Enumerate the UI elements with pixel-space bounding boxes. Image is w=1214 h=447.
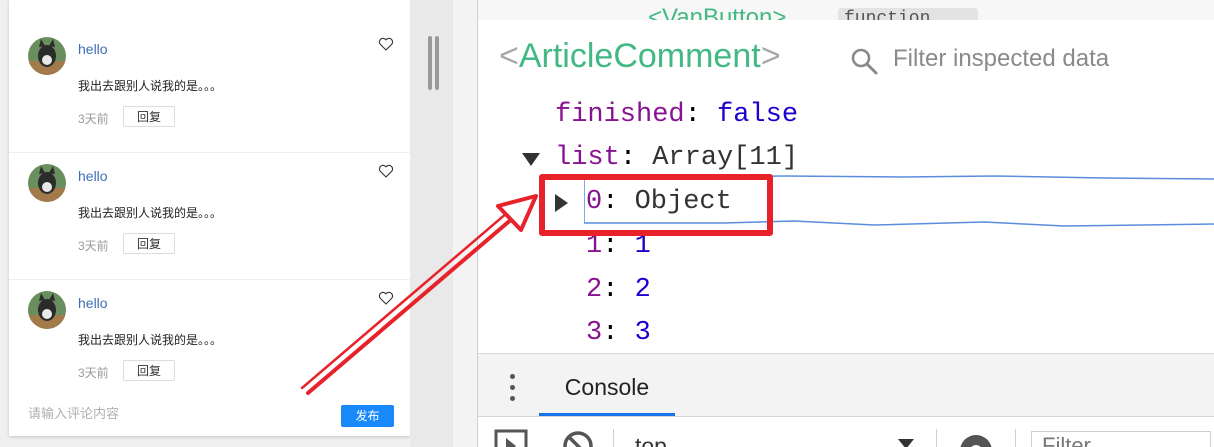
bracket-open: < (499, 37, 519, 75)
comment-time: 3天前 (78, 366, 109, 380)
reply-button[interactable]: 回复 (123, 106, 175, 127)
panel-splitter[interactable] (410, 0, 453, 447)
state-key: 2 (586, 275, 603, 305)
state-row-item[interactable]: 2: 2 (586, 274, 651, 306)
comment-text: 我出去跟别人说我的是。。。 (78, 206, 223, 220)
bracket-close: > (760, 37, 781, 75)
caret-down-icon[interactable] (522, 153, 540, 166)
mobile-app-preview: hello 我出去跟别人说我的是。。。 3天前 回复 hello 我出去跟别人说… (9, 0, 410, 436)
chevron-down-icon[interactable] (898, 439, 914, 447)
sidebar-toggle-icon[interactable] (494, 429, 528, 447)
toolbar-separator (936, 429, 937, 447)
component-tree-peek: <VanButton> function (478, 0, 1214, 21)
more-options-icon[interactable] (510, 374, 516, 402)
avatar (28, 164, 66, 202)
comment-text: 我出去跟别人说我的是。。。 (78, 333, 223, 347)
state-key: list (555, 143, 620, 173)
devtools-edge (453, 0, 477, 447)
context-select[interactable]: top (635, 433, 667, 447)
state-value: false (717, 100, 799, 130)
state-row-item[interactable]: 3: 3 (586, 317, 651, 349)
tab-console[interactable]: Console (539, 354, 675, 416)
state-value: 2 (634, 275, 651, 305)
state-sep: : (602, 318, 635, 348)
toolbar-separator (613, 429, 614, 447)
reply-button[interactable]: 回复 (123, 360, 175, 381)
eye-icon[interactable] (956, 429, 996, 447)
search-icon (851, 48, 878, 75)
inspector-header: <ArticleComment> (478, 20, 1214, 98)
comment-time: 3天前 (78, 112, 109, 126)
comment-text: 我出去跟别人说我的是。。。 (78, 79, 223, 93)
heart-icon[interactable] (378, 290, 394, 306)
state-key: 3 (586, 318, 603, 348)
filter-inspected-data-input[interactable] (893, 42, 1193, 76)
console-filter-input[interactable] (1031, 431, 1211, 447)
clear-console-icon[interactable] (561, 429, 595, 447)
state-value: 3 (634, 318, 651, 348)
drag-handle-icon[interactable] (428, 36, 432, 90)
state-key: finished (555, 100, 685, 130)
component-tree-item[interactable]: <VanButton> (648, 6, 786, 21)
publish-button[interactable]: 发布 (341, 405, 394, 427)
comment-item: hello 我出去跟别人说我的是。。。 3天前 回复 (9, 0, 410, 127)
toolbar-separator (1015, 429, 1016, 447)
component-name-title: <ArticleComment> (499, 36, 781, 76)
drawer-tabbar: Console (478, 354, 1214, 417)
avatar (28, 37, 66, 75)
state-row-list[interactable]: list: Array[11] (555, 142, 798, 174)
console-toolbar: top (478, 417, 1214, 447)
comment-time: 3天前 (78, 239, 109, 253)
state-sep: : (619, 143, 653, 173)
comment-username[interactable]: hello (78, 295, 108, 311)
comment-input[interactable] (28, 406, 328, 421)
comment-item: hello 我出去跟别人说我的是。。。 3天前 回复 (9, 127, 410, 254)
reply-button[interactable]: 回复 (123, 233, 175, 254)
comment-item: hello 我出去跟别人说我的是。。。 3天前 回复 (9, 254, 410, 381)
comment-username[interactable]: hello (78, 168, 108, 184)
state-value: Array[11] (652, 143, 799, 173)
annotation-highlight-box (539, 174, 773, 236)
state-sep: : (684, 100, 718, 130)
heart-icon[interactable] (378, 36, 394, 52)
avatar (28, 291, 66, 329)
state-row-finished[interactable]: finished: false (555, 99, 798, 131)
drag-handle-icon[interactable] (435, 36, 439, 90)
comment-username[interactable]: hello (78, 41, 108, 57)
heart-icon[interactable] (378, 163, 394, 179)
state-sep: : (602, 275, 635, 305)
component-name: ArticleComment (518, 37, 761, 75)
